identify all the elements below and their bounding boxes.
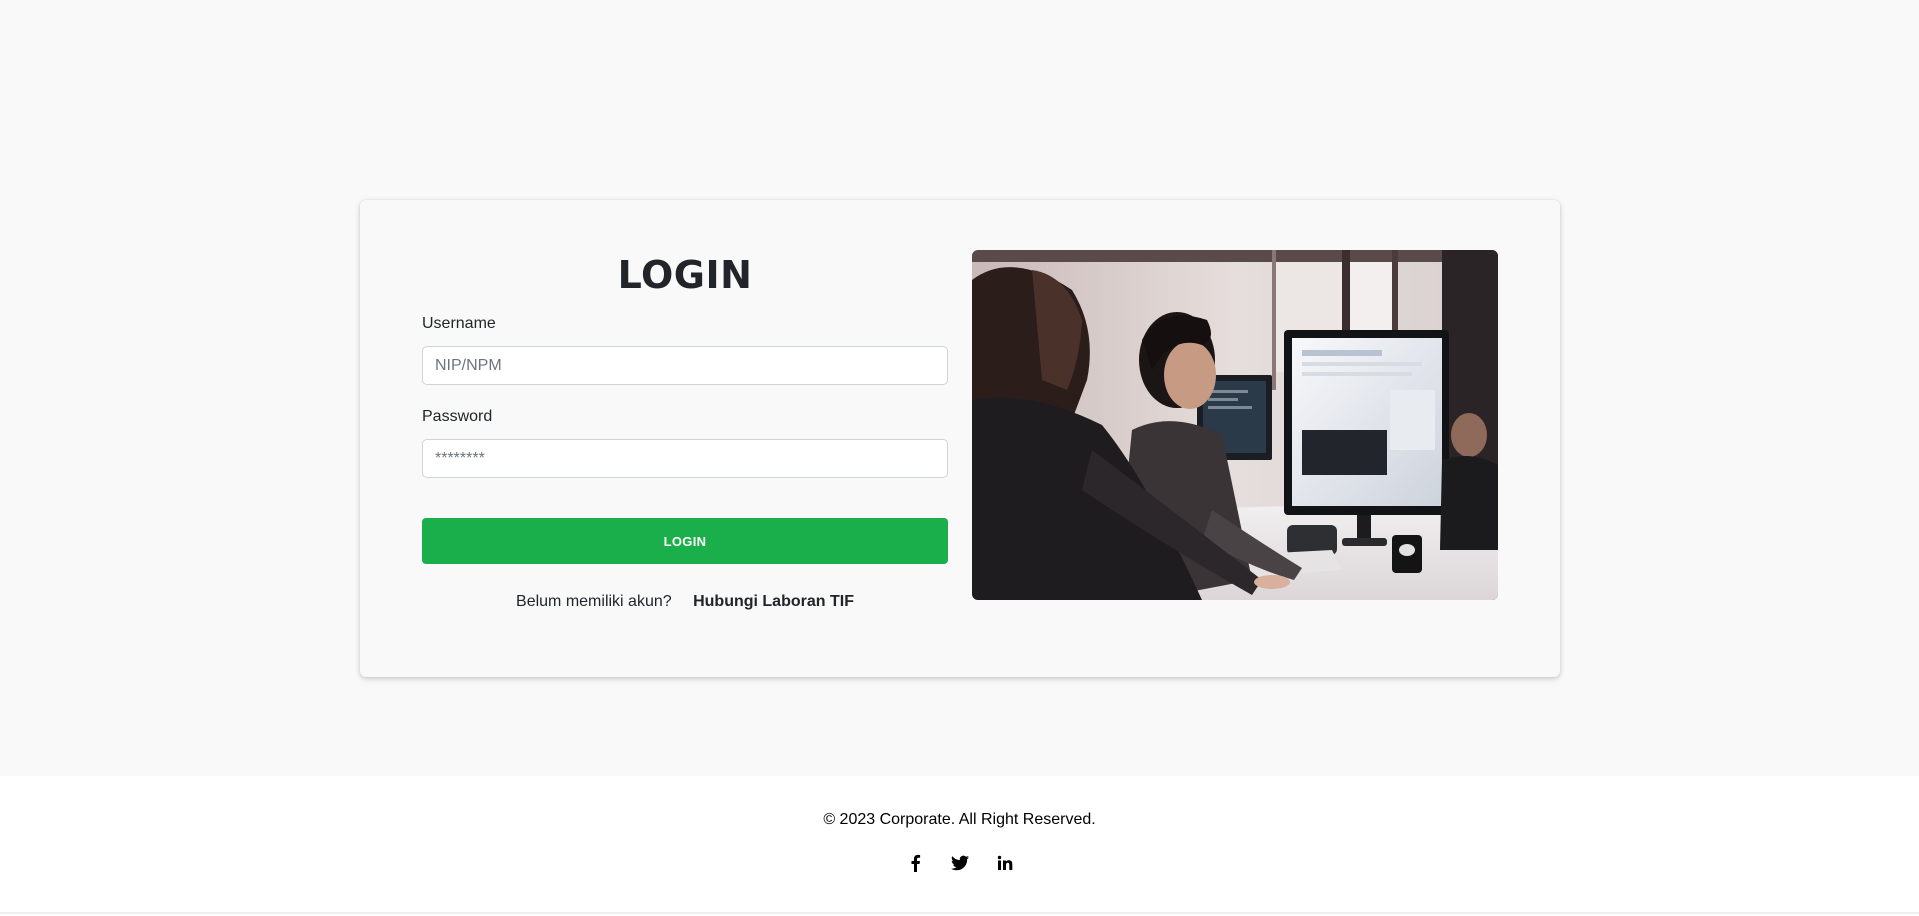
signup-question: Belum memiliki akun? bbox=[516, 593, 672, 610]
copyright-text: © 2023 Corporate. All Right Reserved. bbox=[823, 811, 1096, 828]
twitter-icon-glyph bbox=[950, 855, 969, 871]
main-area: LOGIN Username Password LOGIN Belum memi… bbox=[0, 0, 1919, 776]
username-input[interactable] bbox=[422, 346, 948, 385]
footer-divider bbox=[0, 912, 1919, 914]
login-card: LOGIN Username Password LOGIN Belum memi… bbox=[360, 200, 1560, 677]
office-photo-illustration bbox=[972, 250, 1498, 600]
twitter-icon[interactable] bbox=[950, 853, 970, 873]
linkedin-icon-glyph bbox=[997, 855, 1012, 870]
facebook-icon-glyph bbox=[911, 854, 920, 872]
linkedin-icon[interactable] bbox=[995, 853, 1015, 873]
hero-photo bbox=[972, 250, 1498, 600]
footer: © 2023 Corporate. All Right Reserved. bbox=[0, 776, 1919, 916]
login-title: LOGIN bbox=[617, 253, 753, 297]
facebook-icon[interactable] bbox=[905, 853, 925, 873]
password-label: Password bbox=[422, 408, 493, 425]
contact-laboran-link[interactable]: Hubungi Laboran TIF bbox=[693, 593, 854, 610]
signup-row: Belum memiliki akun? Hubungi Laboran TIF bbox=[422, 592, 948, 612]
password-input[interactable] bbox=[422, 439, 948, 478]
username-label: Username bbox=[422, 315, 496, 332]
social-links bbox=[0, 853, 1919, 873]
login-form: LOGIN Username Password LOGIN Belum memi… bbox=[422, 248, 948, 612]
login-button[interactable]: LOGIN bbox=[422, 518, 948, 564]
